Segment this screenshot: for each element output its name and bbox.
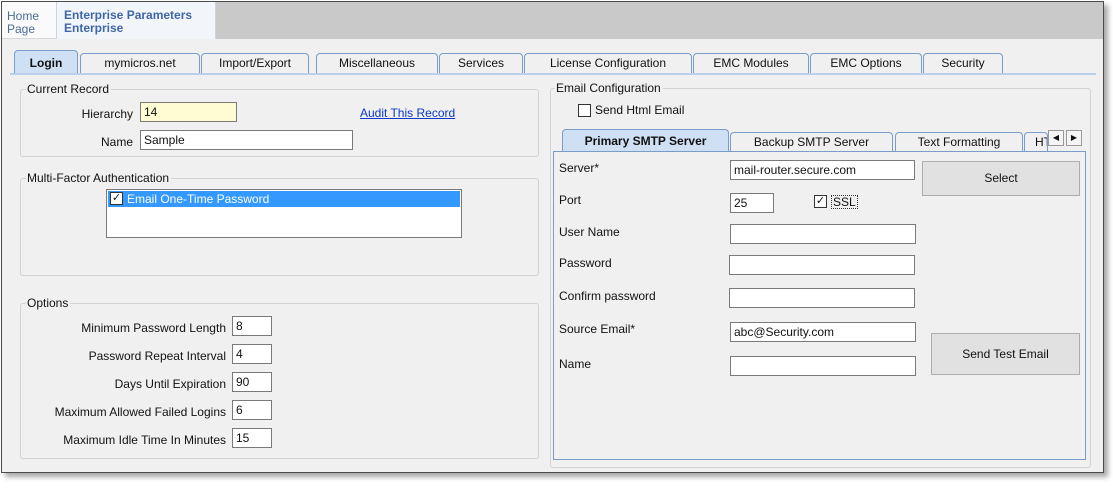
tab-security[interactable]: Security [923, 53, 1003, 73]
password-field[interactable] [729, 255, 915, 275]
email-name-field[interactable] [730, 356, 916, 376]
source-email-label: Source Email* [559, 322, 636, 336]
name-field[interactable]: Sample [140, 130, 353, 150]
home-link-line2: Page [7, 22, 36, 36]
days-until-expiration-field[interactable]: 90 [232, 372, 272, 392]
tab-miscellaneous[interactable]: Miscellaneous [316, 53, 438, 73]
days-until-expiration-label: Days Until Expiration [114, 377, 226, 391]
mfa-listbox[interactable]: ✓ Email One-Time Password [106, 189, 462, 238]
tab-emc-modules[interactable]: EMC Modules [693, 53, 809, 73]
hierarchy-label: Hierarchy [81, 107, 133, 121]
breadcrumb-current: Enterprise Parameters Enterprise [56, 2, 216, 39]
audit-record-link[interactable]: Audit This Record [360, 106, 455, 120]
port-label: Port [559, 193, 582, 207]
tab-login[interactable]: Login [14, 50, 78, 74]
tab-scroll-left-icon[interactable]: ◀ [1048, 130, 1064, 146]
source-email-field[interactable]: abc@Security.com [730, 322, 916, 342]
tab-license-configuration[interactable]: License Configuration [524, 53, 692, 73]
home-page-link[interactable]: Home Page [7, 10, 52, 36]
max-failed-logins-field[interactable]: 6 [232, 400, 272, 420]
options-legend: Options [26, 296, 71, 310]
send-html-checkbox[interactable] [578, 104, 591, 117]
ssl-checkbox[interactable]: ✓ [814, 195, 827, 208]
username-field[interactable] [730, 224, 916, 244]
tab-emc-options[interactable]: EMC Options [810, 53, 922, 73]
name-label: Name [100, 135, 133, 149]
min-password-length-label: Minimum Password Length [81, 321, 226, 335]
select-button[interactable]: Select [922, 161, 1080, 196]
mfa-legend: Multi-Factor Authentication [26, 171, 172, 185]
email-name-label: Name [559, 357, 592, 371]
password-repeat-interval-label: Password Repeat Interval [88, 349, 226, 363]
email-otp-label: Email One-Time Password [127, 192, 270, 206]
tab-mymicros[interactable]: mymicros.net [80, 53, 200, 73]
password-label: Password [559, 256, 612, 270]
enterprise-parameters-window: Home Page Enterprise Parameters Enterpri… [1, 1, 1104, 473]
hierarchy-field[interactable]: 14 [140, 102, 237, 122]
port-field[interactable]: 25 [730, 193, 774, 213]
min-password-length-field[interactable]: 8 [232, 316, 272, 336]
confirm-password-label: Confirm password [559, 289, 656, 303]
list-item-email-otp[interactable]: ✓ Email One-Time Password [108, 191, 460, 207]
header-bar: Home Page Enterprise Parameters Enterpri… [2, 2, 1103, 39]
ssl-label: SSL [831, 195, 858, 209]
email-otp-checkbox[interactable]: ✓ [110, 192, 123, 205]
tab-services[interactable]: Services [439, 53, 523, 73]
header-filler [216, 2, 1103, 39]
max-failed-logins-label: Maximum Allowed Failed Logins [54, 405, 226, 419]
max-idle-time-label: Maximum Idle Time In Minutes [63, 433, 226, 447]
tab-primary-smtp[interactable]: Primary SMTP Server [562, 129, 729, 152]
tab-scroll-right-icon[interactable]: ▶ [1066, 130, 1082, 146]
current-record-legend: Current Record [26, 82, 112, 96]
confirm-password-field[interactable] [729, 288, 915, 308]
username-label: User Name [559, 225, 620, 239]
server-field[interactable]: mail-router.secure.com [730, 160, 915, 180]
max-idle-time-field[interactable]: 15 [232, 428, 272, 448]
password-repeat-interval-field[interactable]: 4 [232, 344, 272, 364]
send-html-label: Send Html Email [595, 103, 685, 117]
page-subtitle: Enterprise [64, 21, 124, 35]
server-label: Server* [559, 161, 600, 175]
send-test-email-button[interactable]: Send Test Email [931, 333, 1080, 375]
email-config-legend: Email Configuration [555, 81, 663, 95]
tab-import-export[interactable]: Import/Export [201, 53, 309, 73]
tab-text-formatting[interactable]: Text Formatting [895, 132, 1023, 151]
tab-html-partial[interactable]: HT [1024, 132, 1048, 151]
tab-underline [10, 73, 1096, 75]
tab-backup-smtp[interactable]: Backup SMTP Server [730, 132, 893, 151]
